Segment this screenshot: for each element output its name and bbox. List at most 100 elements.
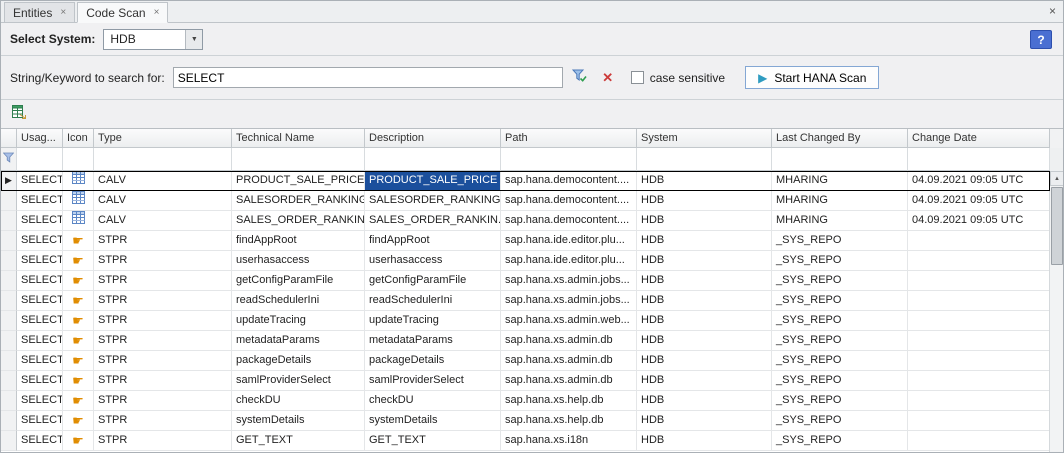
grid-cell-system[interactable]: HDB bbox=[637, 411, 772, 431]
clear-search-button[interactable]: ✕ bbox=[597, 67, 619, 89]
grid-cell-last_changed_by[interactable]: _SYS_REPO bbox=[772, 311, 908, 331]
chevron-down-icon[interactable]: ▼ bbox=[185, 30, 202, 49]
grid-cell-path[interactable]: sap.hana.democontent.... bbox=[501, 191, 637, 211]
filter-cell-change_date[interactable] bbox=[908, 148, 1050, 171]
grid-cell-icon[interactable] bbox=[63, 191, 94, 211]
grid-cell-description[interactable]: samlProviderSelect bbox=[365, 371, 501, 391]
grid-cell-icon[interactable]: ☛ bbox=[63, 331, 94, 351]
grid-cell-usage[interactable]: SELECT bbox=[17, 391, 63, 411]
grid-cell-system[interactable]: HDB bbox=[637, 431, 772, 451]
column-header-last_changed_by[interactable]: Last Changed By bbox=[772, 129, 908, 148]
grid-cell-icon[interactable]: ☛ bbox=[63, 251, 94, 271]
grid-cell-technical_name[interactable]: systemDetails bbox=[232, 411, 365, 431]
grid-cell-type[interactable]: STPR bbox=[94, 351, 232, 371]
column-header-system[interactable]: System bbox=[637, 129, 772, 148]
grid-cell-usage[interactable]: SELECT bbox=[17, 371, 63, 391]
filter-cell-description[interactable] bbox=[365, 148, 501, 171]
system-dropdown[interactable]: HDB ▼ bbox=[103, 29, 203, 50]
grid-cell-icon[interactable]: ☛ bbox=[63, 291, 94, 311]
filter-cell-system[interactable] bbox=[637, 148, 772, 171]
grid-cell-path[interactable]: sap.hana.xs.admin.db bbox=[501, 371, 637, 391]
grid-cell-system[interactable]: HDB bbox=[637, 251, 772, 271]
grid-cell-description[interactable]: SALES_ORDER_RANKIN... bbox=[365, 211, 501, 231]
grid-cell-usage[interactable]: SELECT bbox=[17, 191, 63, 211]
grid-cell-last_changed_by[interactable]: MHARING bbox=[772, 211, 908, 231]
grid-cell-usage[interactable]: SELECT bbox=[17, 211, 63, 231]
grid-cell-last_changed_by[interactable]: _SYS_REPO bbox=[772, 331, 908, 351]
grid-cell-description[interactable]: userhasaccess bbox=[365, 251, 501, 271]
grid-cell-description[interactable]: updateTracing bbox=[365, 311, 501, 331]
grid-cell-technical_name[interactable]: updateTracing bbox=[232, 311, 365, 331]
filter-cell-path[interactable] bbox=[501, 148, 637, 171]
filter-settings-button[interactable] bbox=[569, 67, 591, 89]
table-row[interactable]: SELECT☛STPRcheckDUcheckDUsap.hana.xs.hel… bbox=[1, 391, 1050, 411]
search-input[interactable] bbox=[173, 67, 563, 88]
grid-cell-system[interactable]: HDB bbox=[637, 391, 772, 411]
table-row[interactable]: SELECT☛STPRupdateTracingupdateTracingsap… bbox=[1, 311, 1050, 331]
grid-cell-usage[interactable]: SELECT bbox=[17, 311, 63, 331]
grid-cell-change_date[interactable] bbox=[908, 291, 1050, 311]
grid-cell-change_date[interactable] bbox=[908, 331, 1050, 351]
grid-cell-type[interactable]: STPR bbox=[94, 271, 232, 291]
grid-cell-usage[interactable]: SELECT bbox=[17, 351, 63, 371]
grid-cell-description[interactable]: checkDU bbox=[365, 391, 501, 411]
grid-cell-path[interactable]: sap.hana.ide.editor.plu... bbox=[501, 231, 637, 251]
column-header-path[interactable]: Path bbox=[501, 129, 637, 148]
filter-cell-icon[interactable] bbox=[63, 148, 94, 171]
grid-cell-icon[interactable]: ☛ bbox=[63, 371, 94, 391]
grid-cell-type[interactable]: STPR bbox=[94, 311, 232, 331]
grid-cell-system[interactable]: HDB bbox=[637, 211, 772, 231]
grid-cell-technical_name[interactable]: metadataParams bbox=[232, 331, 365, 351]
table-row[interactable]: SELECTCALVSALESORDER_RANKING...SALESORDE… bbox=[1, 191, 1050, 211]
grid-cell-system[interactable]: HDB bbox=[637, 231, 772, 251]
grid-cell-system[interactable]: HDB bbox=[637, 171, 772, 191]
tab-entities[interactable]: Entities × bbox=[4, 2, 75, 23]
grid-cell-system[interactable]: HDB bbox=[637, 331, 772, 351]
grid-cell-icon[interactable] bbox=[63, 211, 94, 231]
grid-cell-last_changed_by[interactable]: _SYS_REPO bbox=[772, 411, 908, 431]
table-row[interactable]: SELECT☛STPRgetConfigParamFilegetConfigPa… bbox=[1, 271, 1050, 291]
grid-cell-path[interactable]: sap.hana.democontent.... bbox=[501, 211, 637, 231]
grid-cell-change_date[interactable] bbox=[908, 411, 1050, 431]
grid-cell-path[interactable]: sap.hana.xs.help.db bbox=[501, 391, 637, 411]
case-sensitive-checkbox[interactable] bbox=[631, 71, 644, 84]
grid-cell-type[interactable]: STPR bbox=[94, 431, 232, 451]
vertical-scrollbar[interactable]: ▲ bbox=[1049, 171, 1063, 452]
grid-cell-technical_name[interactable]: userhasaccess bbox=[232, 251, 365, 271]
grid-cell-change_date[interactable] bbox=[908, 271, 1050, 291]
grid-cell-technical_name[interactable]: samlProviderSelect bbox=[232, 371, 365, 391]
grid-cell-path[interactable]: sap.hana.democontent.... bbox=[501, 171, 637, 191]
grid-cell-description[interactable]: readSchedulerIni bbox=[365, 291, 501, 311]
grid-cell-technical_name[interactable]: SALES_ORDER_RANKIN... bbox=[232, 211, 365, 231]
table-row[interactable]: SELECT☛STPRsystemDetailssystemDetailssap… bbox=[1, 411, 1050, 431]
grid-cell-description[interactable]: metadataParams bbox=[365, 331, 501, 351]
grid-cell-path[interactable]: sap.hana.xs.admin.db bbox=[501, 351, 637, 371]
grid-cell-technical_name[interactable]: SALESORDER_RANKING... bbox=[232, 191, 365, 211]
grid-cell-last_changed_by[interactable]: _SYS_REPO bbox=[772, 391, 908, 411]
grid-cell-path[interactable]: sap.hana.xs.admin.web... bbox=[501, 311, 637, 331]
grid-cell-change_date[interactable]: 04.09.2021 09:05 UTC bbox=[908, 211, 1050, 231]
grid-cell-path[interactable]: sap.hana.xs.admin.jobs... bbox=[501, 291, 637, 311]
scroll-up-button[interactable]: ▲ bbox=[1050, 171, 1063, 186]
grid-cell-description[interactable]: SALESORDER_RANKING... bbox=[365, 191, 501, 211]
table-row[interactable]: SELECT☛STPRpackageDetailspackageDetailss… bbox=[1, 351, 1050, 371]
grid-cell-type[interactable]: STPR bbox=[94, 231, 232, 251]
filter-cell-last_changed_by[interactable] bbox=[772, 148, 908, 171]
grid-cell-usage[interactable]: SELECT bbox=[17, 331, 63, 351]
column-header-technical_name[interactable]: Technical Name bbox=[232, 129, 365, 148]
tab-group-close-icon[interactable]: × bbox=[1049, 4, 1056, 18]
tab-code-scan[interactable]: Code Scan × bbox=[77, 2, 168, 23]
tab-code-scan-close-icon[interactable]: × bbox=[154, 8, 160, 18]
grid-cell-change_date[interactable] bbox=[908, 371, 1050, 391]
grid-cell-usage[interactable]: SELECT bbox=[17, 231, 63, 251]
grid-cell-last_changed_by[interactable]: _SYS_REPO bbox=[772, 431, 908, 451]
table-row[interactable]: ▶SELECTCALVPRODUCT_SALE_PRICEPRODUCT_SAL… bbox=[1, 171, 1050, 191]
grid-cell-icon[interactable]: ☛ bbox=[63, 411, 94, 431]
grid-cell-change_date[interactable] bbox=[908, 251, 1050, 271]
grid-cell-last_changed_by[interactable]: MHARING bbox=[772, 171, 908, 191]
table-row[interactable]: SELECT☛STPRreadSchedulerInireadScheduler… bbox=[1, 291, 1050, 311]
grid-cell-last_changed_by[interactable]: MHARING bbox=[772, 191, 908, 211]
grid-cell-icon[interactable]: ☛ bbox=[63, 391, 94, 411]
grid-cell-system[interactable]: HDB bbox=[637, 271, 772, 291]
grid-cell-type[interactable]: CALV bbox=[94, 191, 232, 211]
